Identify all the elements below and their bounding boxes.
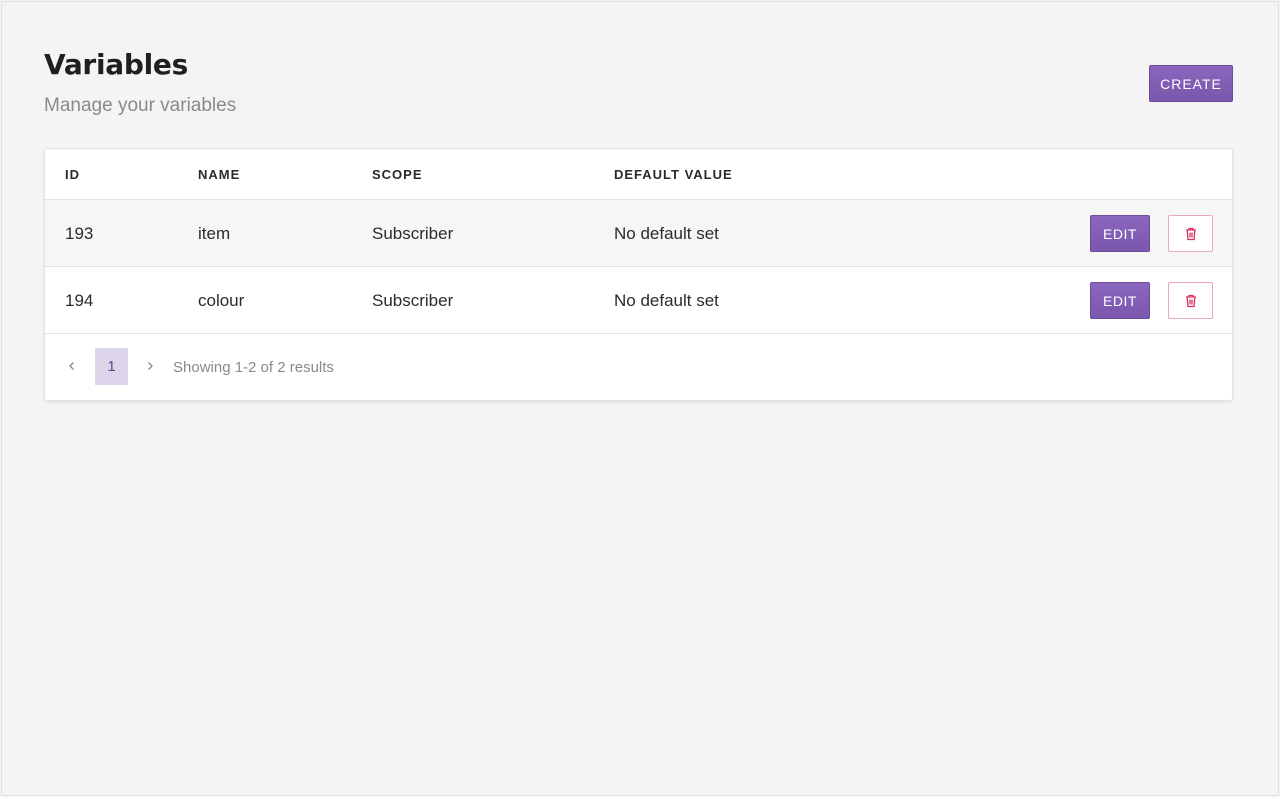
edit-button[interactable]: EDIT (1090, 215, 1150, 252)
cell-default-value: No default set (614, 224, 719, 243)
page-title: Variables (44, 48, 188, 81)
cell-id: 194 (65, 291, 94, 310)
table-header: ID NAME SCOPE DEFAULT VALUE (45, 149, 1232, 200)
cell-name: colour (198, 291, 245, 310)
variables-table: ID NAME SCOPE DEFAULT VALUE 193 item Sub… (44, 148, 1233, 401)
page-button-current[interactable]: 1 (95, 348, 128, 385)
delete-button[interactable] (1168, 215, 1213, 252)
create-button[interactable]: CREATE (1149, 65, 1233, 102)
column-header-name: NAME (198, 167, 241, 182)
column-header-scope: SCOPE (372, 167, 423, 182)
column-header-default-value: DEFAULT VALUE (614, 167, 733, 182)
edit-button[interactable]: EDIT (1090, 282, 1150, 319)
previous-page-button[interactable] (65, 358, 79, 374)
column-header-id: ID (65, 167, 80, 182)
next-page-button[interactable] (143, 358, 157, 374)
table-row: 193 item Subscriber No default set EDIT (45, 200, 1232, 267)
pagination-info: Showing 1-2 of 2 results (173, 359, 334, 376)
cell-scope: Subscriber (372, 291, 454, 310)
trash-icon (1185, 227, 1196, 240)
table-row: 194 colour Subscriber No default set EDI… (45, 267, 1232, 334)
page-subtitle: Manage your variables (44, 95, 237, 116)
pagination: 1 Showing 1-2 of 2 results (45, 334, 1232, 401)
cell-default-value: No default set (614, 291, 719, 310)
delete-button[interactable] (1168, 282, 1213, 319)
chevron-left-icon (69, 362, 74, 370)
cell-id: 193 (65, 224, 94, 243)
cell-scope: Subscriber (372, 224, 454, 243)
cell-name: item (198, 224, 231, 243)
trash-icon (1185, 294, 1196, 307)
chevron-right-icon (148, 362, 153, 370)
